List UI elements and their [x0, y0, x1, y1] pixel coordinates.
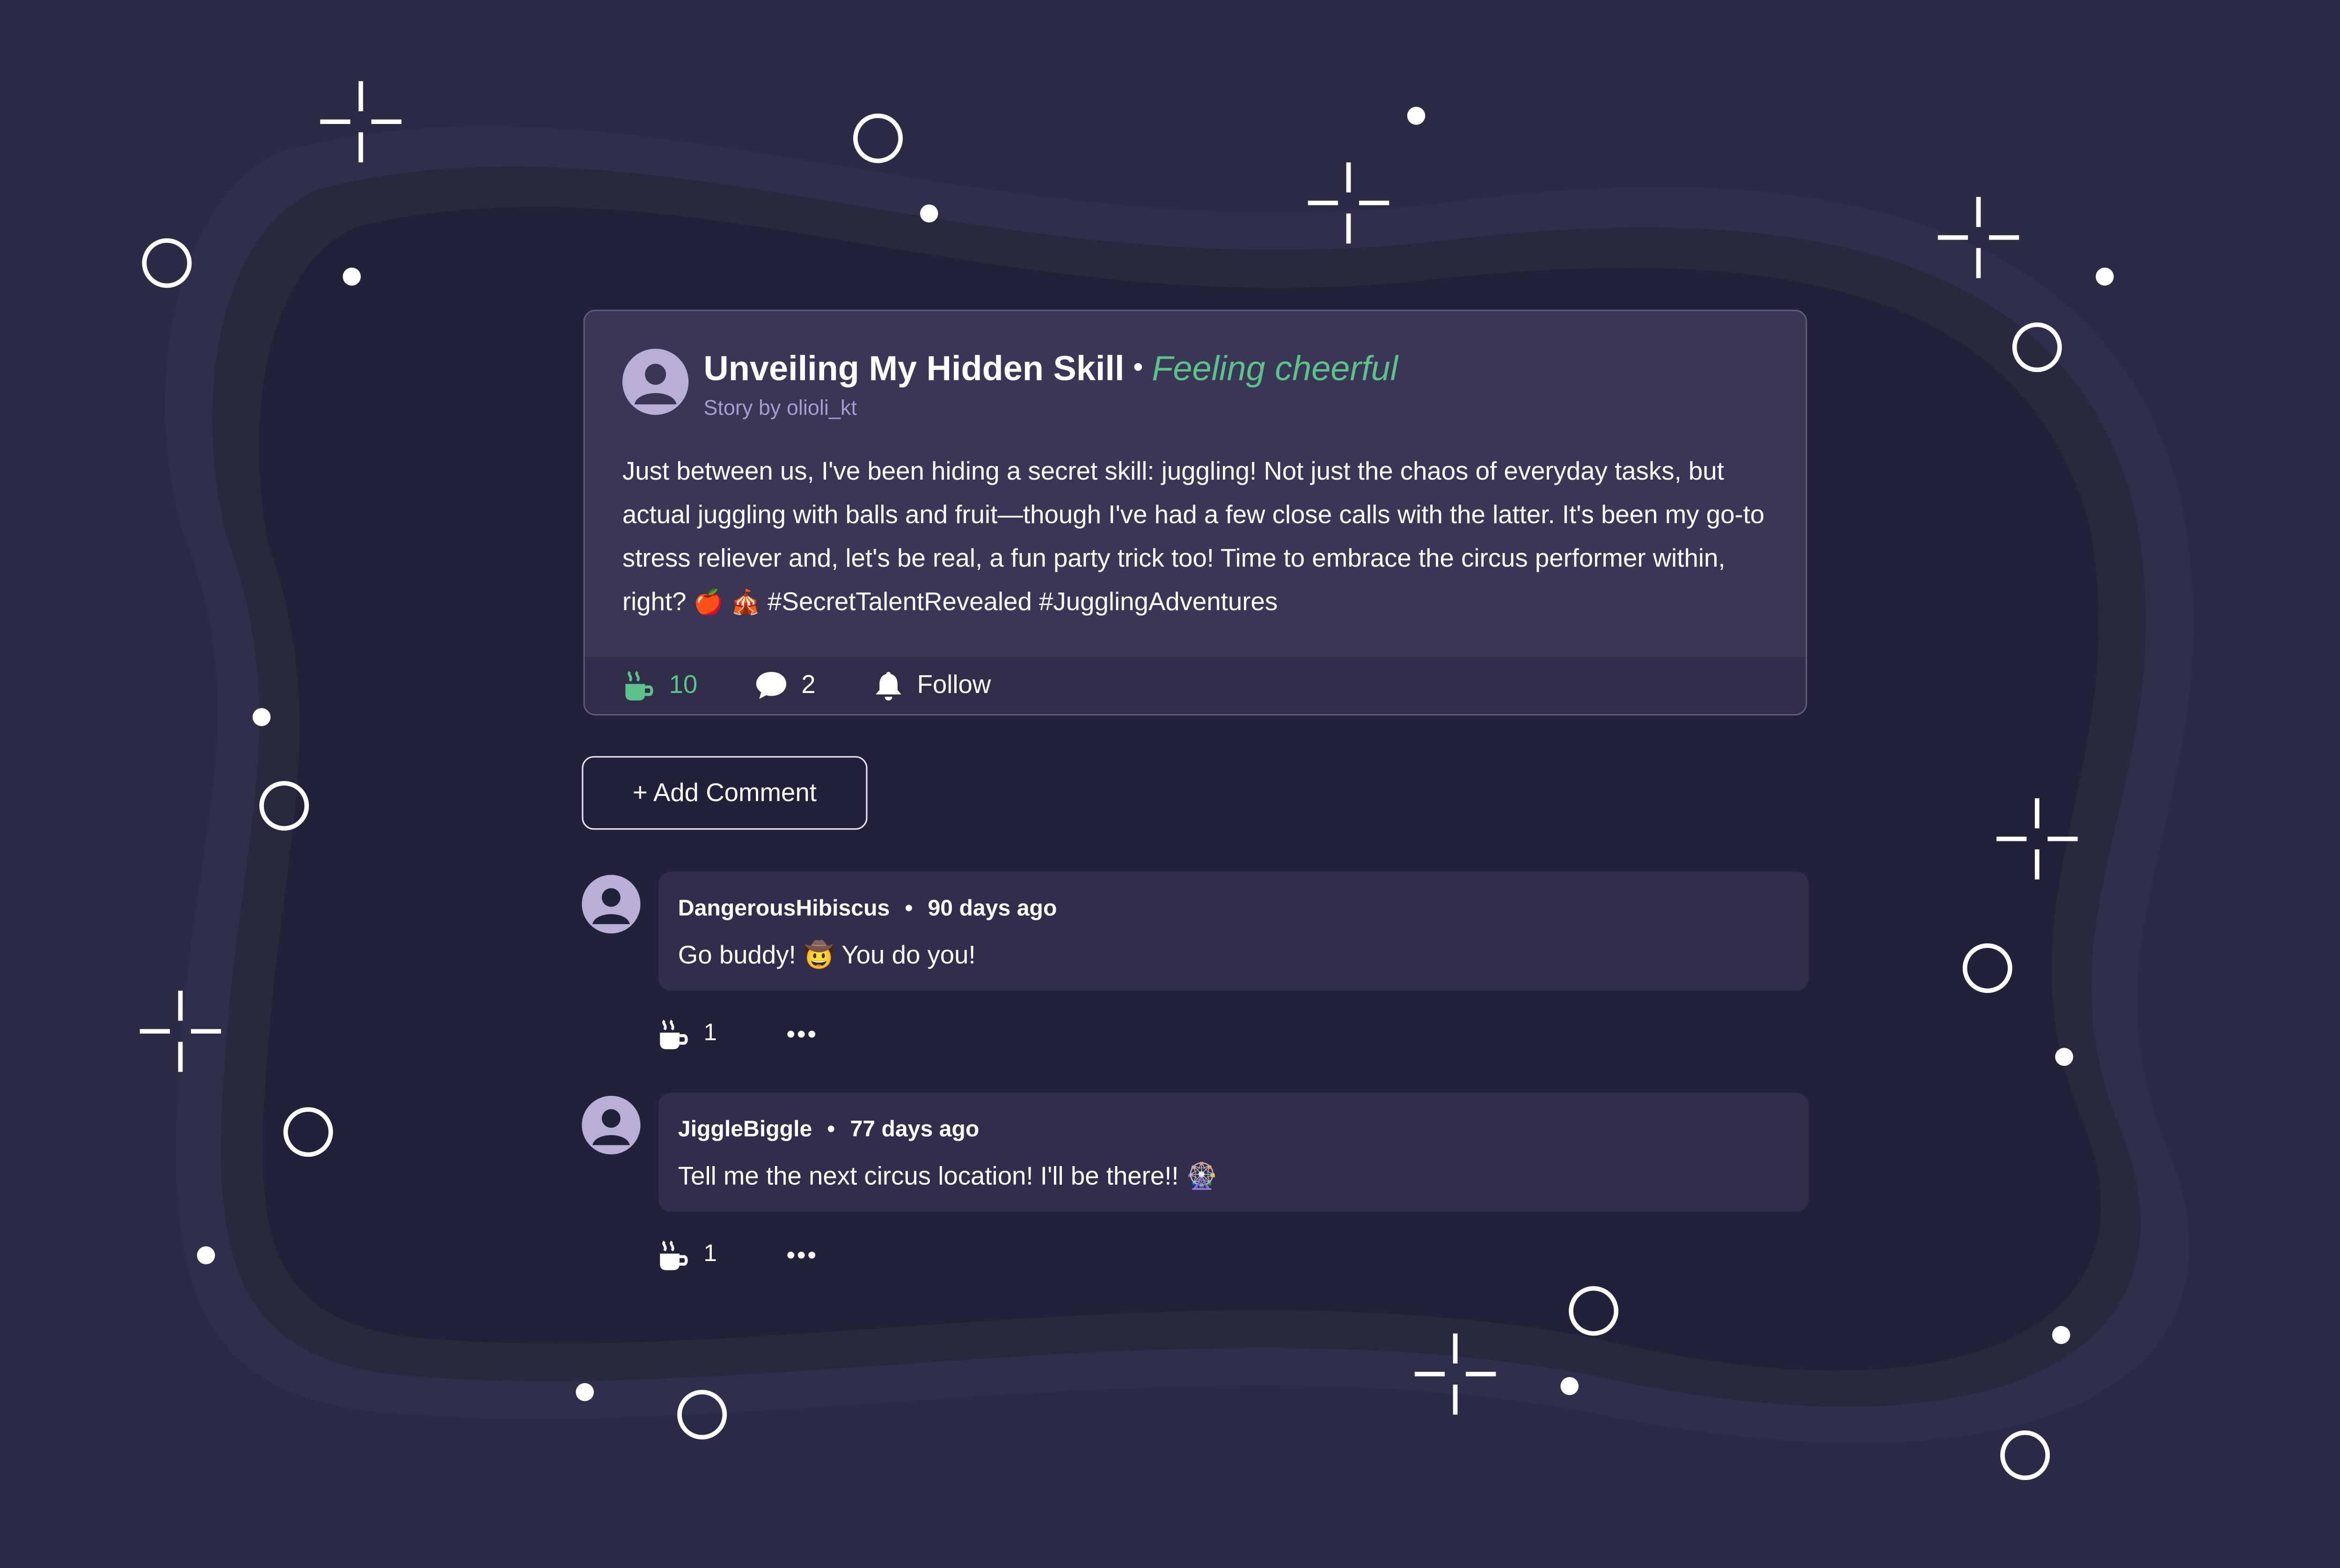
comment-header: DangerousHibiscus • 90 days ago	[678, 896, 1057, 922]
comment-cheers-button[interactable]: 1	[657, 1018, 717, 1051]
cheers-count: 10	[669, 670, 698, 699]
story-title-text: Unveiling My Hidden Skill	[703, 349, 1125, 388]
ellipsis-icon	[787, 1030, 815, 1038]
story-actions-bar: 10 2 Follow	[585, 656, 1806, 714]
user-avatar-icon[interactable]	[582, 875, 641, 934]
comment-time: 90 days ago	[928, 896, 1057, 922]
comment-separator: •	[827, 1116, 835, 1143]
comment-text: Tell me the next circus location! I'll b…	[678, 1162, 1218, 1192]
comments-button[interactable]: 2	[755, 657, 816, 714]
comment-time: 77 days ago	[850, 1116, 980, 1143]
coffee-cup-icon	[660, 1240, 688, 1270]
user-avatar-icon[interactable]	[622, 349, 689, 415]
more-options-button[interactable]	[786, 1251, 816, 1260]
follow-button[interactable]: Follow	[873, 657, 991, 714]
comment-header: JiggleBiggle • 77 days ago	[678, 1117, 980, 1143]
story-page: Unveiling My Hidden Skill • Feeling cheerf…	[0, 0, 2340, 1568]
comment-actions: 1	[657, 1237, 816, 1273]
comment-bubble: JiggleBiggle • 77 days ago Tell me the nex…	[658, 1093, 1809, 1212]
apple-emoji: 🍎	[693, 591, 724, 617]
title-separator: •	[1133, 351, 1143, 382]
comment-text-after: You do you!	[841, 941, 976, 970]
comments-count: 2	[801, 670, 816, 699]
comment-bubble: DangerousHibiscus • 90 days ago Go buddy! …	[658, 872, 1809, 991]
comment-item: DangerousHibiscus • 90 days ago Go buddy! …	[582, 872, 1809, 1067]
circus-tent-emoji: 🎪	[730, 591, 760, 617]
story-body: Just between us, I've been hiding a secr…	[622, 450, 1780, 626]
ferris-wheel-emoji: 🎡	[1185, 1162, 1218, 1191]
coffee-cup-icon	[625, 671, 653, 700]
follow-label: Follow	[917, 670, 991, 699]
story-byline[interactable]: Story by olioli_kt	[703, 395, 856, 419]
comment-cheers-count: 1	[703, 1241, 717, 1268]
story-title: Unveiling My Hidden Skill • Feeling cheerf…	[703, 349, 1398, 389]
user-avatar-icon[interactable]	[582, 1095, 641, 1155]
comment-author[interactable]: JiggleBiggle	[678, 1117, 812, 1143]
story-hashtags[interactable]: #SecretTalentRevealed #JugglingAdventure…	[768, 588, 1278, 616]
ellipsis-icon	[787, 1251, 815, 1259]
comment-cheers-button[interactable]: 1	[657, 1239, 717, 1272]
coffee-cup-icon	[660, 1020, 688, 1050]
comment-cheers-count: 1	[703, 1021, 717, 1046]
bell-icon	[876, 671, 901, 700]
mood-label: Feeling cheerful	[1152, 349, 1398, 388]
comment-author[interactable]: DangerousHibiscus	[678, 896, 890, 922]
comment-text-before: Go buddy!	[678, 941, 796, 970]
comment-item: JiggleBiggle • 77 days ago Tell me the nex…	[582, 1093, 1809, 1288]
cowboy-emoji: 🤠	[803, 941, 835, 970]
cheers-button[interactable]: 10	[622, 657, 697, 714]
comment-separator: •	[905, 896, 913, 922]
comment-text: Go buddy! 🤠 You do you!	[678, 941, 976, 971]
more-options-button[interactable]	[786, 1029, 816, 1038]
story-card: Unveiling My Hidden Skill • Feeling cheerf…	[583, 309, 1807, 716]
comment-actions: 1	[657, 1016, 816, 1052]
add-comment-button[interactable]: + Add Comment	[582, 756, 868, 830]
comment-text-before: Tell me the next circus location! I'll b…	[678, 1162, 1179, 1191]
speech-bubble-icon	[756, 671, 787, 699]
